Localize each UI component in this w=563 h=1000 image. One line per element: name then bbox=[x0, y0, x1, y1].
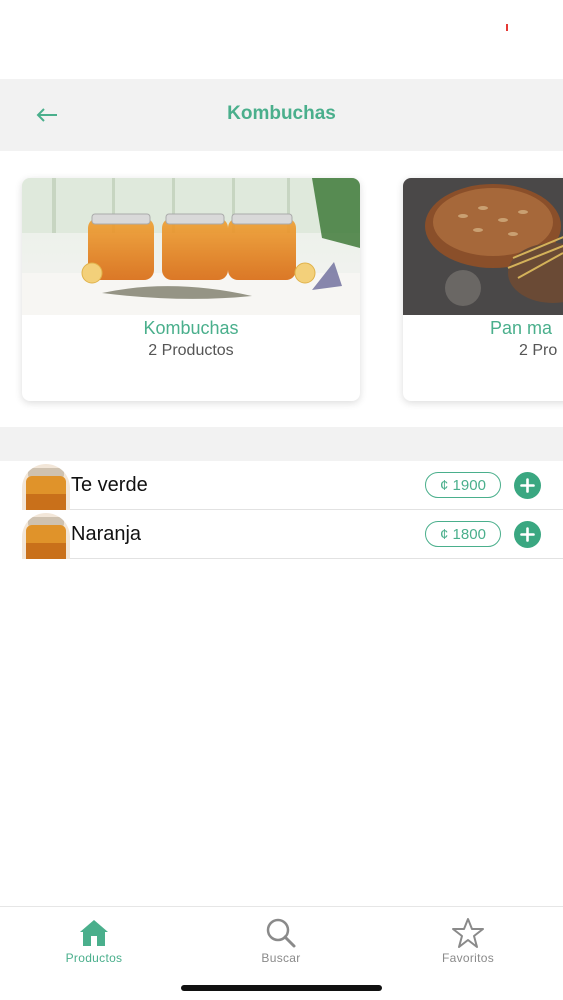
home-indicator bbox=[181, 985, 382, 991]
list-item[interactable]: Te verde ¢ 1900 bbox=[22, 461, 563, 510]
product-name: Te verde bbox=[71, 474, 148, 496]
kombucha-jar-thumb bbox=[22, 464, 70, 510]
plus-icon bbox=[520, 527, 535, 542]
tab-buscar[interactable]: Buscar bbox=[221, 913, 341, 969]
kombucha-jars-photo bbox=[22, 178, 360, 315]
header-bar: Kombuchas bbox=[0, 79, 563, 151]
category-name: Kombuchas bbox=[143, 318, 239, 338]
tab-label: Favoritos bbox=[441, 951, 495, 965]
kombucha-jar-thumb bbox=[22, 513, 70, 559]
category-carousel[interactable]: Kombuchas 2 Productos Pan ma 2 Pro bbox=[0, 151, 563, 427]
list-item[interactable]: Naranja ¢ 1800 bbox=[22, 510, 563, 559]
price-badge: ¢ 1900 bbox=[425, 472, 501, 498]
star-icon bbox=[452, 918, 484, 948]
status-indicator bbox=[506, 24, 508, 31]
category-count: 2 Productos bbox=[148, 342, 234, 359]
page-title: Kombuchas bbox=[227, 103, 336, 124]
add-to-cart-button[interactable] bbox=[514, 521, 541, 548]
plus-icon bbox=[520, 478, 535, 493]
category-count: 2 Pro bbox=[519, 342, 558, 359]
category-name: Pan ma bbox=[490, 318, 553, 338]
price-badge: ¢ 1800 bbox=[425, 521, 501, 547]
product-name: Naranja bbox=[71, 523, 142, 545]
search-icon bbox=[266, 918, 296, 948]
category-card-pan[interactable]: Pan ma 2 Pro bbox=[403, 178, 563, 401]
category-card-kombuchas[interactable]: Kombuchas 2 Productos bbox=[22, 178, 360, 401]
tab-label: Buscar bbox=[261, 951, 301, 965]
tab-label: Productos bbox=[65, 951, 123, 965]
tab-favoritos[interactable]: Favoritos bbox=[408, 913, 528, 969]
status-bar bbox=[0, 0, 563, 56]
tab-productos[interactable]: Productos bbox=[34, 913, 154, 969]
product-list: Te verde ¢ 1900 Naranja ¢ 1800 bbox=[0, 461, 563, 559]
bread-photo bbox=[403, 178, 563, 315]
add-to-cart-button[interactable] bbox=[514, 472, 541, 499]
home-icon bbox=[80, 920, 108, 946]
section-divider bbox=[0, 427, 563, 461]
